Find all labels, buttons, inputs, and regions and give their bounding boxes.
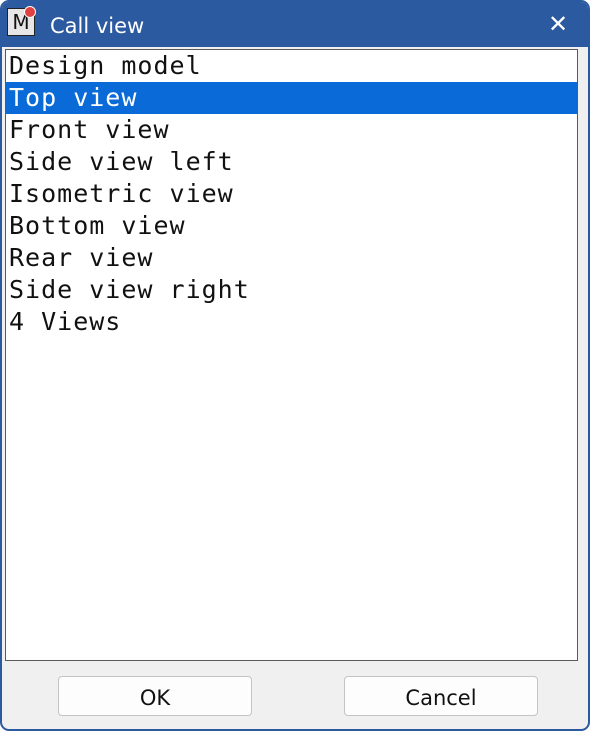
window-title: Call view [50, 14, 145, 38]
app-icon-badge [24, 6, 36, 18]
close-icon[interactable]: ✕ [538, 6, 578, 42]
list-item-4-views[interactable]: 4 Views [6, 306, 577, 338]
title-bar: M Call view ✕ [2, 2, 588, 47]
list-item-side-view-left[interactable]: Side view left [6, 146, 577, 178]
list-item-side-view-right[interactable]: Side view right [6, 274, 577, 306]
ok-button[interactable]: OK [58, 676, 252, 716]
list-item-front-view[interactable]: Front view [6, 114, 577, 146]
list-item-top-view[interactable]: Top view [6, 82, 577, 114]
list-item-bottom-view[interactable]: Bottom view [6, 210, 577, 242]
list-item-rear-view[interactable]: Rear view [6, 242, 577, 274]
call-view-dialog: M Call view ✕ Design model Top view Fron… [0, 0, 590, 731]
view-listbox[interactable]: Design model Top view Front view Side vi… [5, 49, 578, 661]
list-item-design-model[interactable]: Design model [6, 50, 577, 82]
list-item-isometric-view[interactable]: Isometric view [6, 178, 577, 210]
app-icon: M [7, 6, 36, 36]
cancel-button[interactable]: Cancel [344, 676, 538, 716]
